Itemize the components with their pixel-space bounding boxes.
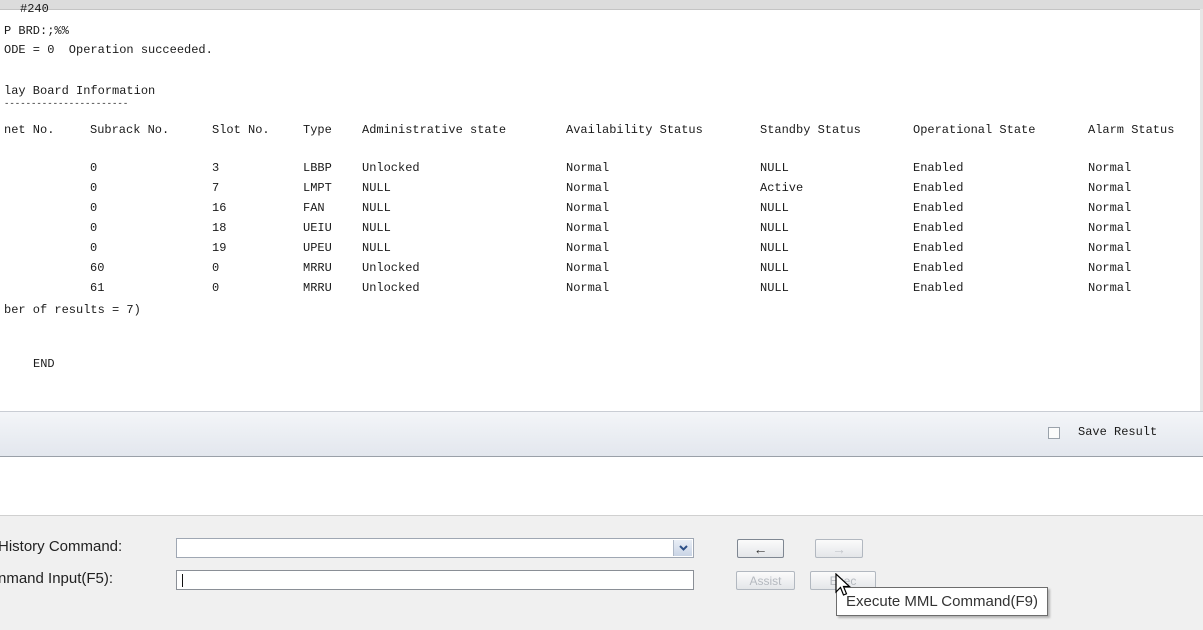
exec-tooltip: Execute MML Command(F9) <box>836 587 1048 616</box>
output-section-underline: ----------------------- <box>4 99 129 109</box>
cell-availability-status: Normal <box>566 281 610 295</box>
column-header-alarm-status: Alarm Status <box>1088 123 1175 137</box>
cell-slot-no: 0 <box>212 261 220 275</box>
output-line-retcode: ODE = 0 Operation succeeded. <box>4 43 213 57</box>
cell-standby-status: NULL <box>760 221 789 235</box>
next-command-button[interactable]: → <box>815 539 863 558</box>
cell-slot-no: 18 <box>212 221 227 235</box>
cell-subrack-no: 0 <box>90 161 98 175</box>
cell-type: LMPT <box>303 181 332 195</box>
cell-alarm-status: Normal <box>1088 221 1132 235</box>
cell-subrack-no: 0 <box>90 201 98 215</box>
column-header-type: Type <box>303 123 332 137</box>
cell-subrack-no: 61 <box>90 281 105 295</box>
result-count: ber of results = 7) <box>4 303 141 317</box>
cell-standby-status: NULL <box>760 241 789 255</box>
chevron-down-icon[interactable] <box>673 540 692 556</box>
cell-standby-status: NULL <box>760 281 789 295</box>
cell-availability-status: Normal <box>566 241 610 255</box>
cell-slot-no: 19 <box>212 241 227 255</box>
cell-type: MRRU <box>303 281 332 295</box>
top-frame-border <box>0 0 1203 10</box>
cell-subrack-no: 0 <box>90 241 98 255</box>
cell-standby-status: Active <box>760 181 804 195</box>
cell-administrative-state: Unlocked <box>362 261 420 275</box>
cell-alarm-status: Normal <box>1088 161 1132 175</box>
cell-administrative-state: NULL <box>362 241 391 255</box>
cell-administrative-state: Unlocked <box>362 161 420 175</box>
cell-standby-status: NULL <box>760 261 789 275</box>
cell-type: FAN <box>303 201 325 215</box>
cell-operational-state: Enabled <box>913 221 964 235</box>
cell-alarm-status: Normal <box>1088 241 1132 255</box>
cell-administrative-state: Unlocked <box>362 281 420 295</box>
cell-alarm-status: Normal <box>1088 181 1132 195</box>
cell-administrative-state: NULL <box>362 221 391 235</box>
save-result-label[interactable]: Save Result <box>1078 425 1157 439</box>
mouse-pointer-icon <box>835 573 852 596</box>
save-result-checkbox[interactable] <box>1048 427 1060 439</box>
cell-type: UEIU <box>303 221 332 235</box>
cell-availability-status: Normal <box>566 201 610 215</box>
column-header-administrative-state: Administrative state <box>362 123 507 137</box>
cell-slot-no: 7 <box>212 181 220 195</box>
cell-subrack-no: 0 <box>90 221 98 235</box>
right-arrow-icon: → <box>832 540 846 557</box>
cell-subrack-no: 60 <box>90 261 105 275</box>
cell-standby-status: NULL <box>760 201 789 215</box>
cell-type: UPEU <box>303 241 332 255</box>
spacer-panel <box>0 457 1203 516</box>
cell-type: MRRU <box>303 261 332 275</box>
history-command-label: History Command: <box>0 538 123 555</box>
cell-standby-status: NULL <box>760 161 789 175</box>
column-header-subrack-no: Subrack No. <box>90 123 170 137</box>
output-line-1: #240 <box>20 2 49 16</box>
left-arrow-icon: ← <box>753 540 768 557</box>
command-input-field[interactable] <box>176 570 694 590</box>
cell-availability-status: Normal <box>566 161 610 175</box>
cell-operational-state: Enabled <box>913 261 964 275</box>
assist-button[interactable]: Assist <box>736 571 795 590</box>
history-command-select[interactable] <box>176 538 694 558</box>
end-marker: END <box>33 357 55 371</box>
cell-subrack-no: 0 <box>90 181 98 195</box>
command-input-label: nmand Input(F5): <box>0 570 114 587</box>
cell-availability-status: Normal <box>566 181 610 195</box>
column-header-net-no: net No. <box>4 123 55 137</box>
cell-operational-state: Enabled <box>913 161 964 175</box>
cell-alarm-status: Normal <box>1088 281 1132 295</box>
cell-operational-state: Enabled <box>913 201 964 215</box>
cell-availability-status: Normal <box>566 261 610 275</box>
column-header-slot-no: Slot No. <box>212 123 270 137</box>
cell-operational-state: Enabled <box>913 281 964 295</box>
cell-operational-state: Enabled <box>913 181 964 195</box>
text-caret <box>182 574 183 587</box>
result-toolbar: Save Result <box>0 411 1203 458</box>
cell-alarm-status: Normal <box>1088 201 1132 215</box>
cell-availability-status: Normal <box>566 221 610 235</box>
cell-alarm-status: Normal <box>1088 261 1132 275</box>
output-line-command: P BRD:;%% <box>4 24 69 38</box>
cell-type: LBBP <box>303 161 332 175</box>
column-header-operational-state: Operational State <box>913 123 1036 137</box>
cell-slot-no: 0 <box>212 281 220 295</box>
mml-output-pane: #240 P BRD:;%% ODE = 0 Operation succeed… <box>0 0 1203 411</box>
previous-command-button[interactable]: ← <box>737 539 784 558</box>
output-section-title: lay Board Information <box>4 84 156 98</box>
cell-slot-no: 3 <box>212 161 220 175</box>
cell-administrative-state: NULL <box>362 181 391 195</box>
column-header-availability-status: Availability Status <box>566 123 703 137</box>
column-header-standby-status: Standby Status <box>760 123 861 137</box>
cell-administrative-state: NULL <box>362 201 391 215</box>
cell-slot-no: 16 <box>212 201 227 215</box>
cell-operational-state: Enabled <box>913 241 964 255</box>
